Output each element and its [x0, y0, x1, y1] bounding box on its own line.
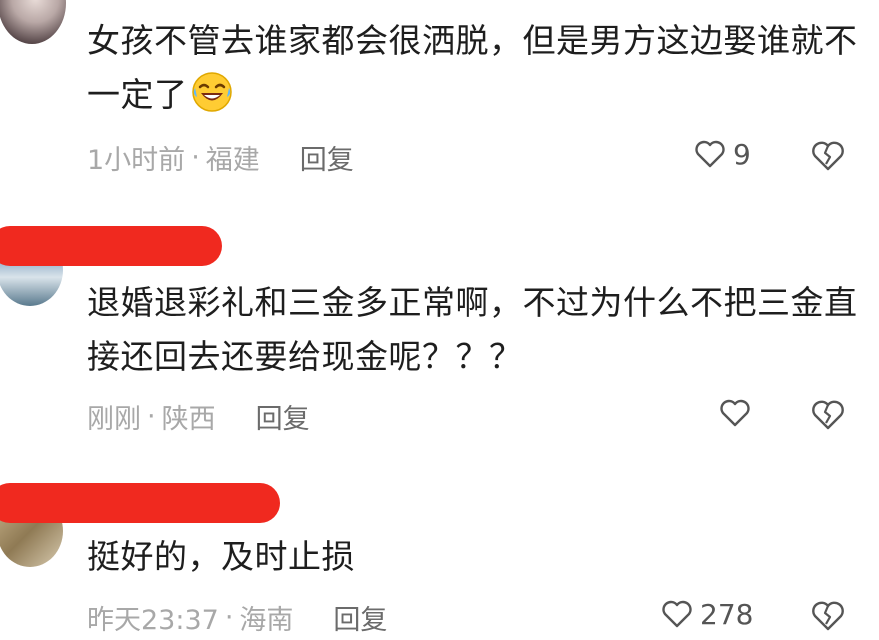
comment-text: 挺好的，及时止损	[87, 530, 862, 584]
comment-list: 女孩不管去谁家都会很洒脱，但是男方这边娶谁就不一定了 1小时前 · 福建 回复 …	[0, 0, 879, 640]
meta-separator: ·	[224, 601, 234, 633]
comment-body: 挺好的，及时止损	[87, 537, 355, 576]
comment-time: 昨天23:37	[87, 604, 219, 636]
comment-body: 退婚退彩礼和三金多正常啊，不过为什么不把三金直接还回去还要给现金呢？？？	[87, 283, 858, 376]
like-button[interactable]: 278	[660, 597, 753, 631]
avatar[interactable]	[0, 0, 66, 44]
comment-location: 陕西	[161, 403, 216, 435]
like-count: 9	[733, 137, 751, 171]
comment-time: 刚刚	[87, 403, 141, 435]
broken-heart-icon[interactable]	[810, 397, 846, 433]
comment-meta: 刚刚 · 陕西 回复	[87, 396, 310, 436]
reply-button[interactable]: 回复	[256, 397, 310, 436]
reply-button[interactable]: 回复	[333, 598, 387, 637]
like-count: 278	[700, 597, 754, 631]
like-button[interactable]	[718, 396, 758, 430]
comment-location: 海南	[239, 604, 294, 636]
heart-outline-icon	[720, 399, 750, 427]
heart-outline-icon	[662, 600, 692, 628]
broken-heart-icon[interactable]	[810, 138, 846, 174]
comment-location: 福建	[205, 144, 260, 176]
redacted-username	[0, 226, 222, 266]
comment-text: 退婚退彩礼和三金多正常啊，不过为什么不把三金直接还回去还要给现金呢？？？	[87, 276, 862, 384]
heart-outline-icon	[695, 140, 725, 168]
comment-time: 1小时前	[87, 144, 186, 176]
broken-heart-icon[interactable]	[810, 598, 846, 634]
comment-meta: 昨天23:37 · 海南 回复	[87, 597, 387, 637]
comment-meta: 1小时前 · 福建 回复	[87, 137, 354, 177]
laughing-tears-emoji	[191, 72, 232, 112]
meta-separator: ·	[147, 400, 156, 432]
meta-separator: ·	[191, 141, 200, 173]
reply-button[interactable]: 回复	[300, 138, 354, 177]
redacted-username	[0, 483, 280, 523]
like-button[interactable]: 9	[693, 137, 751, 171]
comment-text: 女孩不管去谁家都会很洒脱，但是男方这边娶谁就不一定了	[87, 14, 862, 122]
